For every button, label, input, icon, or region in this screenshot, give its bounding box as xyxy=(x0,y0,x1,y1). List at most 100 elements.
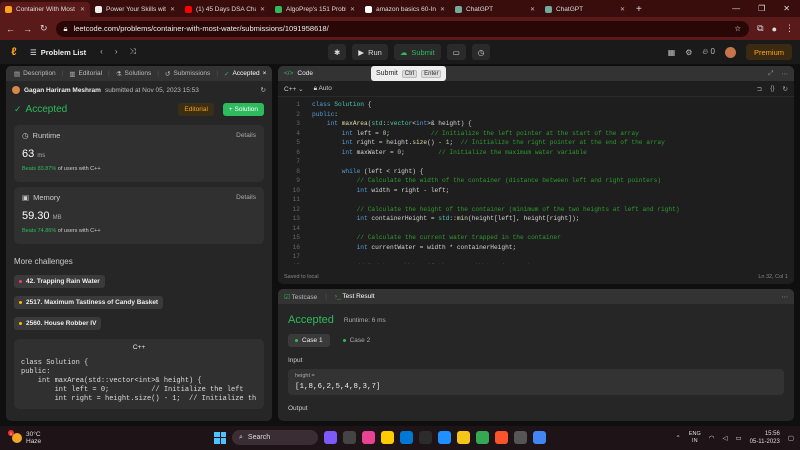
author-name[interactable]: Gagan Hariram Meshram xyxy=(24,87,101,94)
browser-tab[interactable]: ChatGPT ✕ xyxy=(540,2,630,17)
edge-icon[interactable] xyxy=(400,431,413,444)
code-line[interactable]: 2 public: xyxy=(278,110,794,120)
case-tab-1[interactable]: Case 1 xyxy=(288,334,330,347)
chrome-active-icon[interactable] xyxy=(533,431,546,444)
solution-button[interactable]: + Solution xyxy=(222,103,264,116)
run-button[interactable]: ▶ Run xyxy=(352,44,388,60)
code-line[interactable]: 5 int right = height.size() - 1; // Init… xyxy=(278,138,794,148)
browser-tab[interactable]: Power Your Skills with ✕ xyxy=(90,2,180,17)
premium-button[interactable]: Premium xyxy=(745,44,792,60)
leetcode-logo-icon[interactable]: ℓ xyxy=(8,46,20,58)
timer-button[interactable]: ◷ xyxy=(471,44,491,60)
memory-details-link[interactable]: Details xyxy=(236,194,256,201)
close-tab-icon[interactable]: ✕ xyxy=(170,6,175,13)
close-window-icon[interactable]: ✕ xyxy=(783,4,790,13)
layout-icon[interactable]: ▦ xyxy=(668,48,676,57)
notification-icon[interactable]: ▢ xyxy=(788,434,794,442)
app-icon-1[interactable] xyxy=(324,431,337,444)
code-line[interactable]: 12 // Calculate the height of the contai… xyxy=(278,205,794,215)
code-line[interactable]: 3 int maxArea(std::vector<int>& height) … xyxy=(278,119,794,129)
problem-list-button[interactable]: ☰ Problem List xyxy=(30,48,86,57)
refresh-icon[interactable]: ↻ xyxy=(261,86,266,94)
settings-icon[interactable]: ⚙ xyxy=(685,48,692,57)
runtime-card[interactable]: ◷ Runtime Details 63 ms Beats 83.87% of u… xyxy=(14,125,264,182)
tab-solutions[interactable]: ⚗ Solutions xyxy=(112,70,156,78)
reset-icon[interactable]: ↻ xyxy=(783,85,788,93)
code-line[interactable]: 1 class Solution { xyxy=(278,100,794,110)
browser-tab[interactable]: Container With Most ✕ xyxy=(0,2,90,17)
auto-mode[interactable]: 🔒︎ Auto xyxy=(314,85,332,93)
browser-tab[interactable]: amazon basics 60-In ✕ xyxy=(360,2,450,17)
app-icon-3[interactable] xyxy=(438,431,451,444)
tab-editorial[interactable]: ▥ Editorial xyxy=(65,70,106,78)
clock[interactable]: 15:56 05-11-2023 xyxy=(750,430,780,446)
language-indicator[interactable]: ENG IN xyxy=(689,431,701,445)
browser-tab[interactable]: ChatGPT ✕ xyxy=(450,2,540,17)
braces-icon[interactable]: {} xyxy=(770,85,774,93)
windows-start-icon[interactable] xyxy=(214,431,226,444)
close-tab-icon[interactable]: ✕ xyxy=(80,6,85,13)
more-icon[interactable]: ⋯ xyxy=(782,70,789,78)
file-explorer-icon[interactable] xyxy=(381,431,394,444)
volume-icon[interactable]: ◁ xyxy=(722,434,727,442)
submit-button[interactable]: ☁ Submit xyxy=(393,44,441,60)
reload-icon[interactable]: ↻ xyxy=(40,23,48,34)
code-line[interactable]: 18 // Update maxWater if the currentWate… xyxy=(278,262,794,264)
menu-icon[interactable]: ⋮ xyxy=(785,23,794,34)
close-tab-icon[interactable]: ✕ xyxy=(260,6,265,13)
task-view-icon[interactable] xyxy=(343,431,356,444)
profile-icon[interactable]: ● xyxy=(772,24,777,34)
close-tab-icon[interactable]: ✕ xyxy=(620,6,625,13)
challenge-chip[interactable]: 2560. House Robber IV xyxy=(14,317,102,330)
more-icon[interactable]: ⋯ xyxy=(782,293,789,301)
tray-chevron-icon[interactable]: ⌃ xyxy=(675,434,680,442)
user-avatar[interactable] xyxy=(724,46,736,58)
challenge-chip[interactable]: 2517. Maximum Tastiness of Candy Basket xyxy=(14,296,164,309)
weather-widget[interactable]: 1 30°C Haze xyxy=(0,430,41,445)
app-icon-2[interactable] xyxy=(362,431,375,444)
tab-submissions[interactable]: ↺ Submissions xyxy=(161,70,214,78)
battery-icon[interactable]: ▭ xyxy=(735,434,741,442)
app-icon-5[interactable] xyxy=(514,431,527,444)
code-line[interactable]: 4 int left = 0; // Initialize the left p… xyxy=(278,129,794,139)
maximize-icon[interactable]: ❐ xyxy=(758,4,765,13)
code-line[interactable]: 15 // Calculate the current water trappe… xyxy=(278,233,794,243)
code-line[interactable]: 7 xyxy=(278,157,794,167)
tab-accepted[interactable]: ✓ Accepted × xyxy=(220,70,270,78)
browser-tab[interactable]: AlgoPrep's 151 Probl ✕ xyxy=(270,2,360,17)
forward-icon[interactable]: → xyxy=(23,24,32,34)
memory-card[interactable]: ▣ Memory Details 59.30 MB Beats 74.86% of… xyxy=(14,187,264,244)
brave-icon[interactable] xyxy=(495,431,508,444)
code-line[interactable]: 16 int currentWater = width * containerH… xyxy=(278,243,794,253)
code-line[interactable]: 6 int maxWater = 0; // Initialize the ma… xyxy=(278,148,794,158)
taskbar-search[interactable]: ⌕ Search xyxy=(232,430,318,445)
chrome-icon[interactable] xyxy=(476,431,489,444)
notifications[interactable]: 🔥︎ 0 xyxy=(702,47,715,57)
prev-problem-icon[interactable]: ‹ xyxy=(100,47,103,57)
tab-testcase[interactable]: ☑ Testcase xyxy=(284,293,317,301)
case-tab-2[interactable]: Case 2 xyxy=(336,334,378,347)
runtime-details-link[interactable]: Details xyxy=(236,132,256,139)
code-line[interactable]: 9 // Calculate the width of the containe… xyxy=(278,176,794,186)
browser-tab[interactable]: (1) 45 Days DSA Chal ✕ xyxy=(180,2,270,17)
tab-description[interactable]: ▤ Description xyxy=(10,70,60,78)
shuffle-icon[interactable]: ⤨ xyxy=(130,47,136,57)
new-tab-icon[interactable]: + xyxy=(630,2,648,17)
close-tab-icon[interactable]: ✕ xyxy=(350,6,355,13)
bookmark-icon[interactable]: ⊐ xyxy=(757,85,762,93)
wifi-icon[interactable]: ◠ xyxy=(709,434,715,442)
code-lines[interactable]: 1 class Solution {2 public: 3 int maxArea(s… xyxy=(278,100,794,264)
code-line[interactable]: 11 xyxy=(278,195,794,205)
code-line[interactable]: 13 int containerHeight = std::min(height… xyxy=(278,214,794,224)
minimize-icon[interactable]: — xyxy=(732,4,740,13)
tab-test-result[interactable]: ›_ Test Result xyxy=(335,293,375,300)
close-tab-icon[interactable]: ✕ xyxy=(440,6,445,13)
next-problem-icon[interactable]: › xyxy=(115,47,118,57)
language-select[interactable]: C++ ⌄ xyxy=(284,85,304,93)
url-input[interactable]: 🔒︎ leetcode.com/problems/container-with-… xyxy=(55,20,750,37)
code-line[interactable]: 8 while (left < right) { xyxy=(278,167,794,177)
notes-button[interactable]: ▭ xyxy=(446,44,466,60)
store-icon[interactable] xyxy=(419,431,432,444)
challenge-chip[interactable]: 42. Trapping Rain Water xyxy=(14,275,105,288)
code-line[interactable]: 14 xyxy=(278,224,794,234)
